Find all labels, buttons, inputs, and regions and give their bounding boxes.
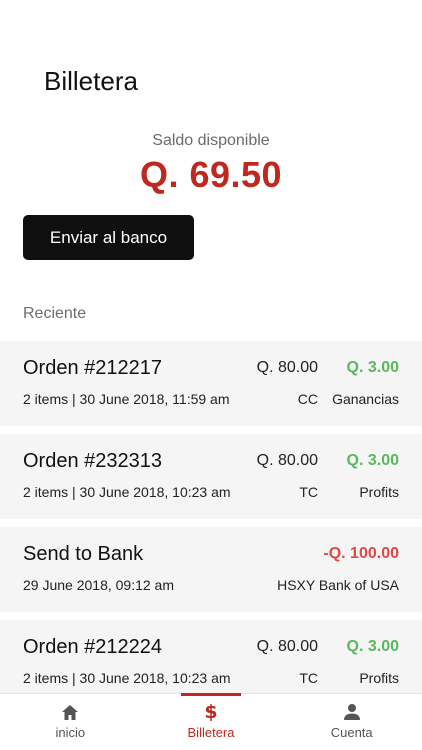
transaction-amount: Q. 80.00 xyxy=(256,638,318,655)
transaction-subtitle: 2 items | 30 June 2018, 10:23 am xyxy=(23,670,231,686)
transaction-card[interactable]: Orden #212217 2 items | 30 June 2018, 11… xyxy=(0,341,422,426)
transaction-subtitle: 2 items | 30 June 2018, 10:23 am xyxy=(23,484,231,500)
send-to-bank-button[interactable]: Enviar al banco xyxy=(23,215,194,260)
recent-section-label: Reciente xyxy=(23,305,87,322)
dollar-icon: $ xyxy=(204,701,218,723)
user-icon xyxy=(342,702,362,722)
home-icon xyxy=(60,702,80,722)
transaction-fee: Q. 3.00 xyxy=(346,359,399,376)
transaction-title: Orden #212217 xyxy=(23,357,163,379)
transaction-amount: Q. 80.00 xyxy=(256,359,318,376)
balance-value: Q. 69.50 xyxy=(139,154,283,195)
transaction-subtitle: 29 June 2018, 09:12 am xyxy=(23,577,175,593)
transaction-title: Orden #212224 xyxy=(23,636,163,658)
transaction-method: CC xyxy=(297,391,318,407)
tab-label: Cuenta xyxy=(330,725,373,740)
transaction-card[interactable]: Orden #212224 2 items | 30 June 2018, 10… xyxy=(0,620,422,700)
tab-label: Billetera xyxy=(187,725,235,740)
transaction-note: Profits xyxy=(359,484,399,500)
transaction-note: Ganancias xyxy=(332,391,399,407)
transaction-fee: Q. 3.00 xyxy=(346,638,399,655)
transaction-amount: Q. 80.00 xyxy=(256,452,318,469)
transaction-fee: -Q. 100.00 xyxy=(323,545,399,562)
transaction-card[interactable]: Send to Bank 29 June 2018, 09:12 am -Q. … xyxy=(0,527,422,612)
transaction-fee: Q. 3.00 xyxy=(346,452,399,469)
transaction-method: TC xyxy=(299,484,318,500)
transaction-method: TC xyxy=(299,670,318,686)
tab-billetera[interactable]: $ Billetera xyxy=(141,693,282,750)
page-title: Billetera xyxy=(44,66,138,96)
transaction-note: Profits xyxy=(359,670,399,686)
transaction-subtitle: 2 items | 30 June 2018, 11:59 am xyxy=(23,391,230,407)
balance-label: Saldo disponible xyxy=(152,132,270,149)
tab-label: inicio xyxy=(55,725,86,740)
tab-inicio[interactable]: inicio xyxy=(0,694,141,750)
bottom-tab-bar: inicio $ Billetera Cuenta xyxy=(0,693,422,750)
transaction-card[interactable]: Orden #232313 2 items | 30 June 2018, 10… xyxy=(0,434,422,519)
tab-cuenta[interactable]: Cuenta xyxy=(281,694,422,750)
transaction-title: Orden #232313 xyxy=(23,450,163,472)
transaction-title: Send to Bank xyxy=(23,543,144,565)
transaction-note: HSXY Bank of USA xyxy=(277,577,399,593)
